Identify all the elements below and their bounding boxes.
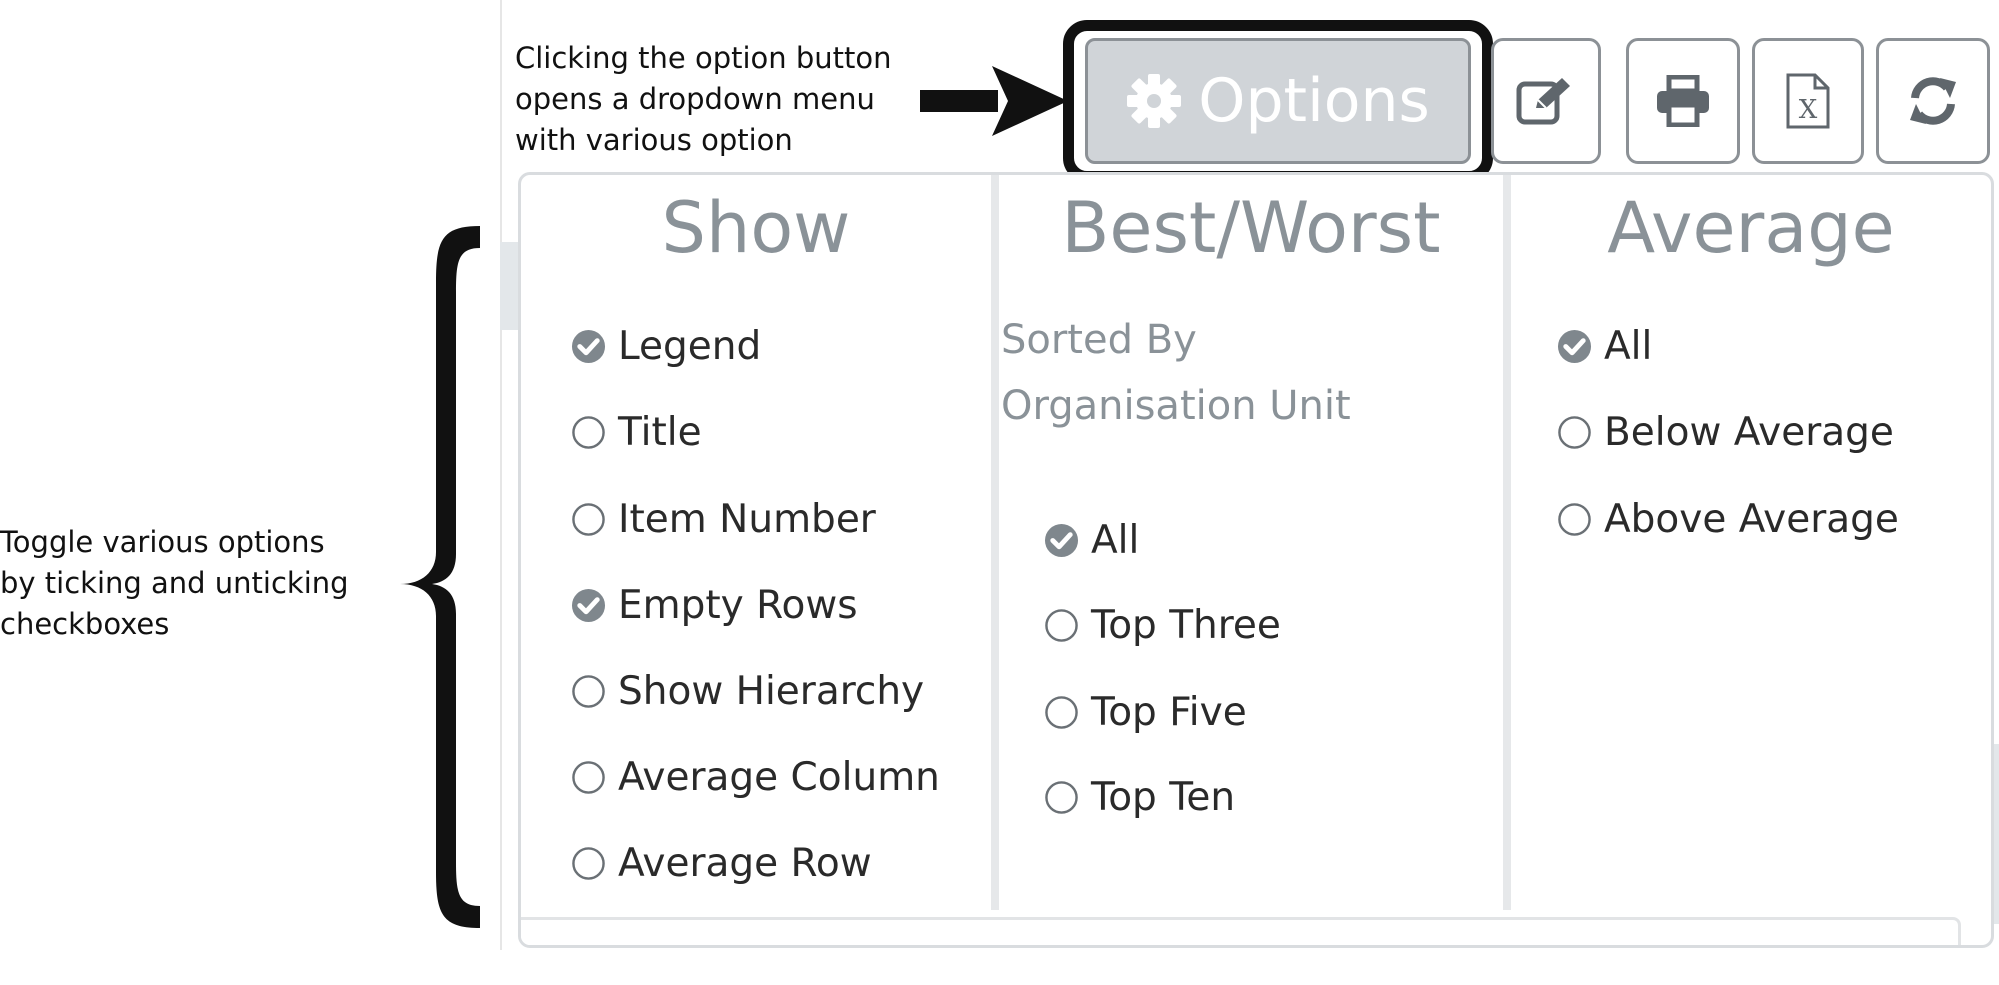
subtitle-line: Organisation Unit bbox=[1001, 383, 1351, 429]
pencil-square-icon bbox=[1516, 78, 1570, 125]
option-show-average-column[interactable]: Average Column bbox=[571, 755, 940, 800]
option-label: Item Number bbox=[618, 497, 876, 542]
print-button[interactable] bbox=[1626, 38, 1740, 164]
option-show-item-number[interactable]: Item Number bbox=[571, 497, 876, 542]
refresh-icon bbox=[1910, 77, 1956, 125]
option-label: All bbox=[1604, 324, 1653, 369]
background-element bbox=[500, 242, 518, 330]
option-best-worst-top-five[interactable]: Top Five bbox=[1044, 690, 1247, 735]
option-label: Top Ten bbox=[1091, 775, 1236, 820]
annotation-line: Toggle various options bbox=[0, 525, 325, 559]
unchecked-circle-icon bbox=[1558, 416, 1591, 449]
option-best-worst-top-ten[interactable]: Top Ten bbox=[1044, 775, 1235, 820]
unchecked-circle-icon bbox=[572, 761, 605, 794]
annotation-line: Clicking the option button bbox=[515, 41, 892, 75]
average-column: Average All Below Average Above Average bbox=[1511, 175, 1991, 910]
page-divider bbox=[500, 0, 502, 950]
option-label: Show Hierarchy bbox=[618, 669, 925, 714]
annotation-line: opens a dropdown menu bbox=[515, 82, 875, 116]
unchecked-circle-icon bbox=[572, 847, 605, 880]
option-show-empty-rows[interactable]: Empty Rows bbox=[571, 583, 858, 628]
option-show-legend[interactable]: Legend bbox=[571, 324, 761, 369]
show-title: Show bbox=[661, 187, 851, 269]
checked-circle-icon bbox=[1557, 329, 1592, 364]
background-element bbox=[1994, 744, 1999, 924]
curly-brace-icon bbox=[400, 226, 480, 928]
unchecked-circle-icon bbox=[572, 416, 605, 449]
unchecked-circle-icon bbox=[572, 675, 605, 708]
excel-export-button[interactable]: X bbox=[1752, 38, 1864, 164]
annotation-line: checkboxes bbox=[0, 607, 170, 641]
option-best-worst-all[interactable]: All bbox=[1044, 518, 1139, 563]
refresh-button[interactable] bbox=[1876, 38, 1990, 164]
option-label: All bbox=[1091, 518, 1140, 563]
horizontal-scrollbar[interactable] bbox=[521, 917, 1961, 945]
printer-icon bbox=[1657, 75, 1709, 127]
option-label: Above Average bbox=[1604, 497, 1899, 542]
annotation-line: by ticking and unticking bbox=[0, 566, 349, 600]
subtitle-line: Sorted By bbox=[1001, 317, 1197, 363]
unchecked-circle-icon bbox=[1558, 503, 1591, 536]
annotation-toggle-note: Toggle various options by ticking and un… bbox=[0, 522, 349, 645]
option-show-title[interactable]: Title bbox=[571, 410, 702, 455]
options-dropdown: Show Legend Title Item Number Empty Rows Sho… bbox=[518, 172, 1994, 948]
option-label: Average Column bbox=[618, 755, 940, 800]
checked-circle-icon bbox=[571, 588, 606, 623]
unchecked-circle-icon bbox=[572, 503, 605, 536]
option-label: Empty Rows bbox=[618, 583, 858, 628]
options-button[interactable]: Options bbox=[1085, 38, 1471, 164]
option-show-average-row[interactable]: Average Row bbox=[571, 841, 872, 886]
checked-circle-icon bbox=[571, 329, 606, 364]
unchecked-circle-icon bbox=[1045, 609, 1078, 642]
option-label: Title bbox=[618, 410, 702, 455]
unchecked-circle-icon bbox=[1045, 696, 1078, 729]
option-best-worst-top-three[interactable]: Top Three bbox=[1044, 603, 1281, 648]
edit-button[interactable] bbox=[1491, 38, 1601, 164]
annotation-line: with various option bbox=[515, 123, 793, 157]
average-title: Average bbox=[1607, 187, 1895, 269]
option-label: Average Row bbox=[618, 841, 872, 886]
show-column: Show Legend Title Item Number Empty Rows Sho… bbox=[521, 175, 999, 910]
option-label: Top Five bbox=[1091, 690, 1247, 735]
option-average-all[interactable]: All bbox=[1557, 324, 1652, 369]
excel-x-glyph: X bbox=[1799, 95, 1818, 125]
option-average-above-average[interactable]: Above Average bbox=[1557, 497, 1899, 542]
unchecked-circle-icon bbox=[1045, 781, 1078, 814]
option-label: Below Average bbox=[1604, 410, 1894, 455]
option-label: Top Three bbox=[1091, 603, 1281, 648]
annotation-options-note: Clicking the option button opens a dropd… bbox=[515, 38, 892, 161]
excel-file-icon: X bbox=[1786, 73, 1830, 129]
options-button-label: Options bbox=[1198, 66, 1430, 136]
option-show-show-hierarchy[interactable]: Show Hierarchy bbox=[571, 669, 924, 714]
option-average-below-average[interactable]: Below Average bbox=[1557, 410, 1894, 455]
checked-circle-icon bbox=[1044, 523, 1079, 558]
best-worst-column: Best/Worst Sorted By Organisation Unit A… bbox=[999, 175, 1511, 910]
best-worst-title: Best/Worst bbox=[1061, 187, 1441, 269]
option-label: Legend bbox=[618, 324, 762, 369]
best-worst-subtitle: Sorted By Organisation Unit bbox=[1001, 307, 1351, 439]
arrow-right-icon bbox=[920, 66, 1068, 136]
gear-icon bbox=[1127, 74, 1182, 128]
